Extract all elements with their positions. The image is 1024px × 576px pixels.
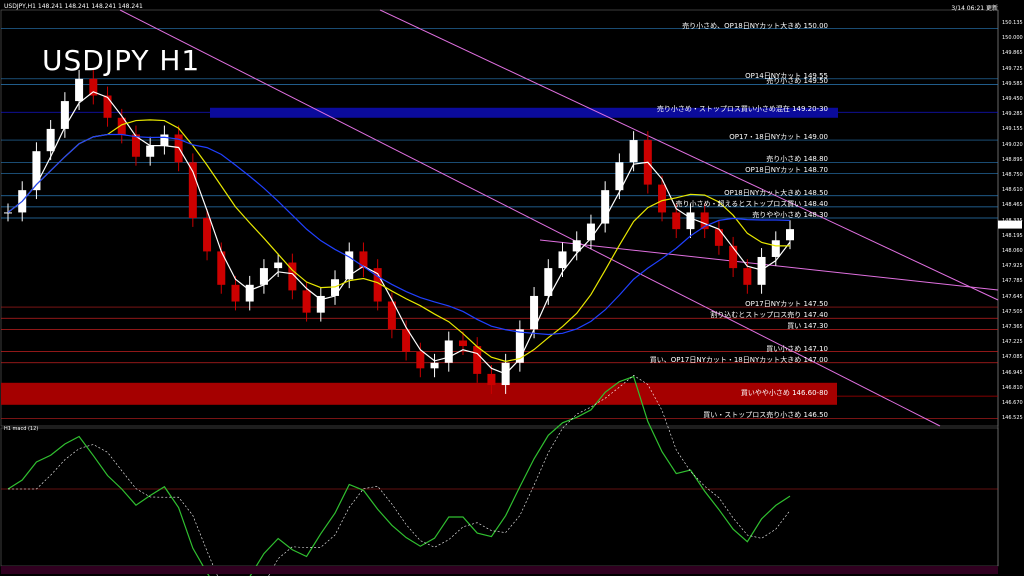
candle [103, 95, 112, 118]
price-tick: 149.725 [1002, 65, 1023, 72]
level-label: 買い、OP17日NYカット・18日NYカット大きめ 147.00 [649, 355, 828, 364]
level-label: OP18日NYカット大きめ 148.50 [724, 188, 828, 197]
level-label: 売り小さめ、OP18日NYカット大きめ 150.00 [682, 21, 828, 30]
price-tick: 146.945 [1002, 369, 1023, 376]
level-label: 買い小さめ 147.10 [766, 344, 828, 353]
signal-line [8, 374, 791, 576]
buy-band [1, 382, 837, 405]
level-label: 売り小さめ 148.80 [766, 155, 828, 164]
price-tick: 149.285 [1002, 111, 1023, 118]
candle [658, 184, 667, 213]
candle [686, 212, 695, 230]
price-tick: 146.670 [1002, 400, 1023, 406]
price-tick: 148.335 [1002, 217, 1023, 224]
update-timestamp: 3/14 06:21 更新 [951, 5, 998, 12]
candle [274, 262, 283, 269]
level-label: 買い・ストップロス売り小さめ 146.50 [703, 411, 828, 420]
macd-line [7, 375, 791, 576]
price-tick: 149.865 [1002, 50, 1023, 57]
level-label: OP18日NYカット 148.70 [745, 166, 828, 175]
candle [160, 134, 169, 146]
candle [4, 212, 12, 214]
price-tick: 147.085 [1002, 354, 1023, 361]
price-tick: 148.610 [1002, 187, 1023, 194]
price-tick: 149.020 [1002, 141, 1023, 148]
candle [302, 290, 311, 313]
price-tick: 146.810 [1002, 384, 1023, 391]
candle [60, 101, 69, 129]
symbol-header: USDJPY,H1 148.241 148.241 148.241 148.24… [4, 3, 143, 10]
candle [487, 373, 496, 386]
price-tick: 147.365 [1002, 324, 1023, 330]
level-label: OP17・18日NYカット 149.00 [729, 133, 828, 142]
macd-label: H1 macd (12) [4, 426, 39, 432]
candle [245, 284, 254, 302]
level-label: OP17日NYカット 147.50 [745, 300, 828, 309]
moving-average [7, 133, 791, 336]
candle [786, 229, 794, 241]
level-label: 買い 147.30 [787, 322, 828, 331]
candle [416, 351, 425, 369]
candle [473, 346, 482, 374]
price-tick: 147.645 [1002, 293, 1023, 300]
candle [458, 340, 467, 347]
candle [743, 268, 752, 285]
chart-window: USDJPY,H1 148.241 148.241 148.241 148.24… [0, 0, 1024, 576]
level-label: 売り小さめ 149.50 [766, 77, 828, 86]
price-tick: 149.585 [1002, 80, 1023, 87]
candle [444, 340, 453, 363]
price-tick: 148.060 [1002, 248, 1023, 254]
price-tick: 149.450 [1002, 96, 1023, 102]
price-tick: 148.195 [1002, 232, 1023, 239]
candle [146, 145, 155, 157]
price-tick: 148.750 [1002, 172, 1023, 178]
price-tick: 149.155 [1002, 126, 1023, 133]
price-chart [0, 9, 1022, 576]
price-tick: 147.505 [1002, 308, 1023, 315]
moving-average [7, 119, 790, 362]
price-tick: 147.925 [1002, 263, 1023, 270]
candle [203, 218, 212, 252]
level-label: 割り込むとストップロス売り 147.40 [710, 311, 828, 320]
candle [771, 240, 780, 257]
candle [558, 251, 567, 269]
level-label: 買いやや小さめ 146.60-80 [740, 389, 828, 398]
candle [46, 128, 55, 152]
price-tick: 150.135 [1002, 20, 1023, 26]
candle [714, 229, 723, 246]
candle [629, 140, 638, 163]
candle [672, 212, 681, 230]
level-label: 売り小さめ・ストップロス買い小さめ混在 149.20-30 [656, 105, 828, 114]
chart-title: USDJPY H1 [42, 44, 201, 77]
price-tick: 150.000 [1002, 35, 1023, 42]
candle [757, 256, 766, 285]
candle [729, 245, 738, 269]
date-strip [1, 566, 998, 574]
level-label: 売りやや小さめ 148.30 [752, 211, 828, 219]
price-tick: 146.525 [1002, 415, 1023, 422]
price-tick: 148.895 [1002, 156, 1023, 163]
level-label: 売り小さめ・超えるとストップロス買い 148.40 [675, 199, 828, 208]
candle [430, 362, 439, 369]
candle [75, 78, 84, 102]
candle [231, 284, 240, 302]
price-tick: 147.785 [1002, 278, 1023, 285]
price-tick: 148.465 [1002, 202, 1023, 209]
price-tick: 147.225 [1002, 339, 1023, 346]
